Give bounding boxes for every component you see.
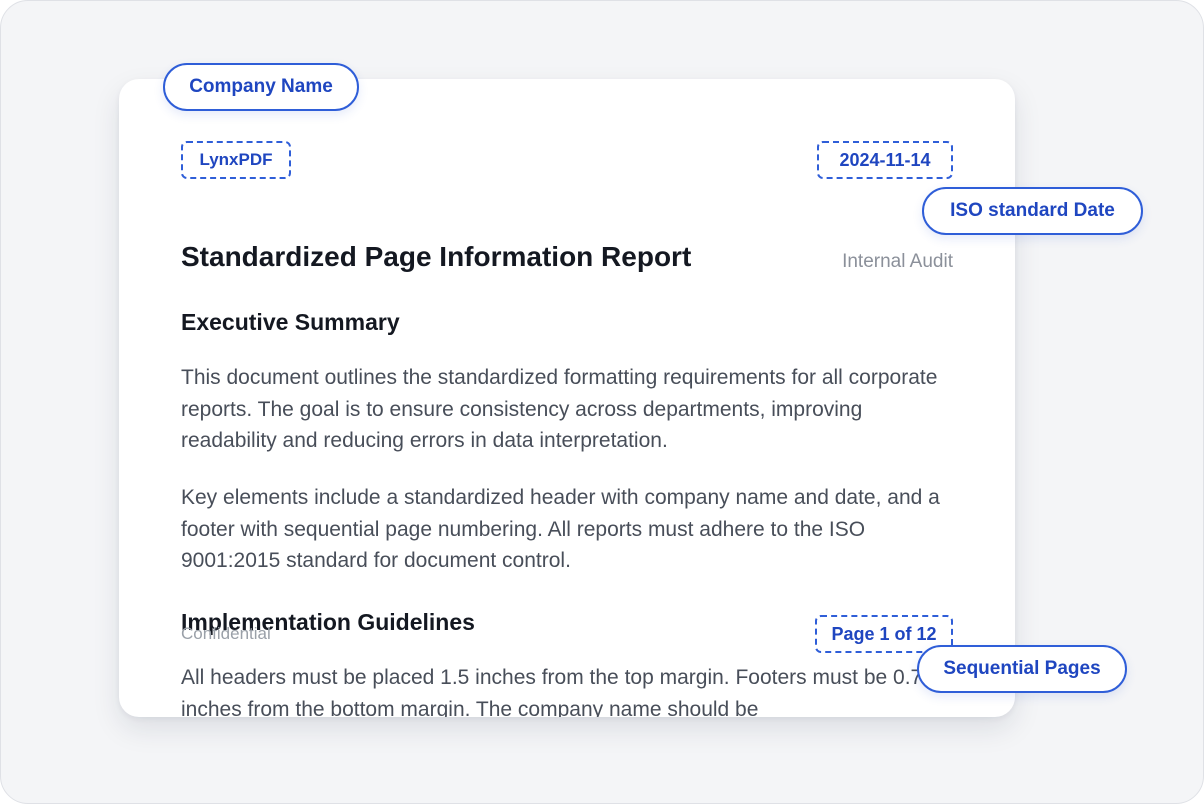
section-heading-executive-summary: Executive Summary [181,309,400,335]
document-page: LynxPDF 2024-11-14 Standardized Page Inf… [119,79,1015,717]
paragraph: All headers must be placed 1.5 inches fr… [181,666,934,717]
annotation-sequential-pages: Sequential Pages [917,645,1127,693]
canvas-background: LynxPDF 2024-11-14 Standardized Page Inf… [0,0,1204,804]
document-title: Standardized Page Information Report [181,241,692,272]
paragraph: Key elements include a standardized head… [181,486,940,572]
document-subtitle: Internal Audit [842,251,953,272]
header-date-text: 2024-11-14 [839,149,931,170]
header-date: 2024-11-14 [817,141,953,179]
annotation-iso-date: ISO standard Date [922,187,1143,235]
footer-confidential-label: Confidential [181,624,271,643]
footer-page-text: Page 1 of 12 [831,623,937,644]
annotation-company-name: Company Name [163,63,359,111]
header-company-name: LynxPDF [181,141,291,179]
header-company-text: LynxPDF [199,150,273,169]
paragraph: This document outlines the standardized … [181,366,938,452]
